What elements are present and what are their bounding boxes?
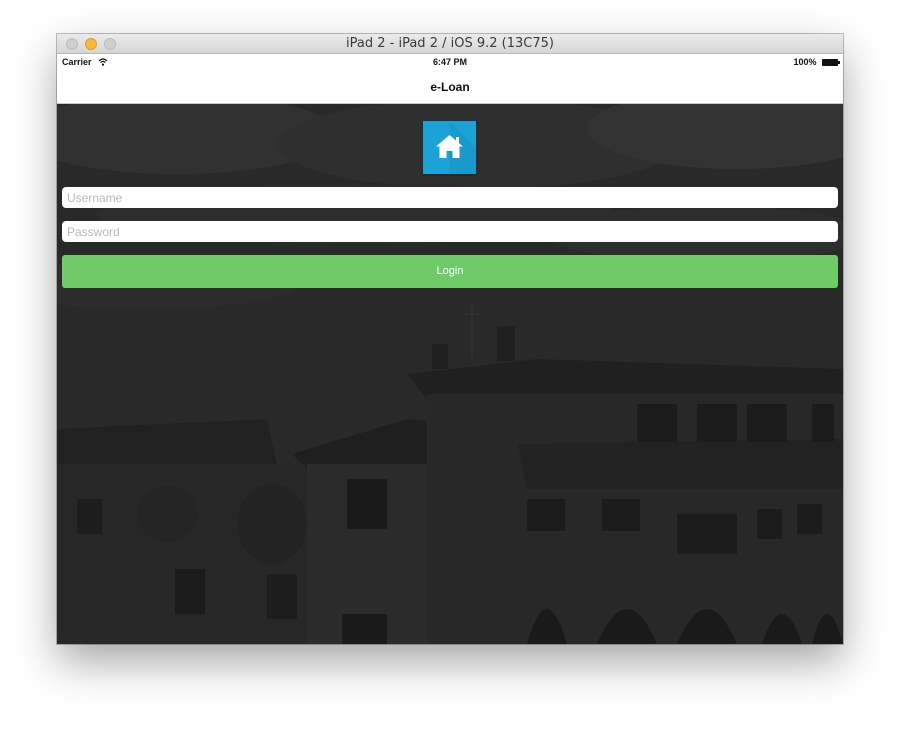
app-logo <box>423 121 476 174</box>
ios-status-bar: Carrier 6:47 PM 100% <box>57 54 843 72</box>
password-field[interactable] <box>62 221 838 242</box>
house-icon <box>436 121 476 174</box>
battery-icon <box>822 59 840 66</box>
navigation-bar: e-Loan <box>57 72 843 104</box>
window-title: iPad 2 - iPad 2 / iOS 9.2 (13C75) <box>346 36 554 51</box>
background-buildings-image <box>57 104 843 644</box>
simulator-window: iPad 2 - iPad 2 / iOS 9.2 (13C75) Carrie… <box>57 34 843 644</box>
login-button[interactable]: Login <box>62 255 838 288</box>
battery-status: 100% <box>793 57 840 67</box>
page-title: e-Loan <box>430 80 470 94</box>
status-time: 6:47 PM <box>432 57 467 67</box>
battery-percentage: 100% <box>793 57 817 67</box>
window-titlebar: iPad 2 - iPad 2 / iOS 9.2 (13C75) <box>57 34 843 54</box>
login-screen: Login <box>57 104 843 644</box>
username-field[interactable] <box>62 187 838 208</box>
